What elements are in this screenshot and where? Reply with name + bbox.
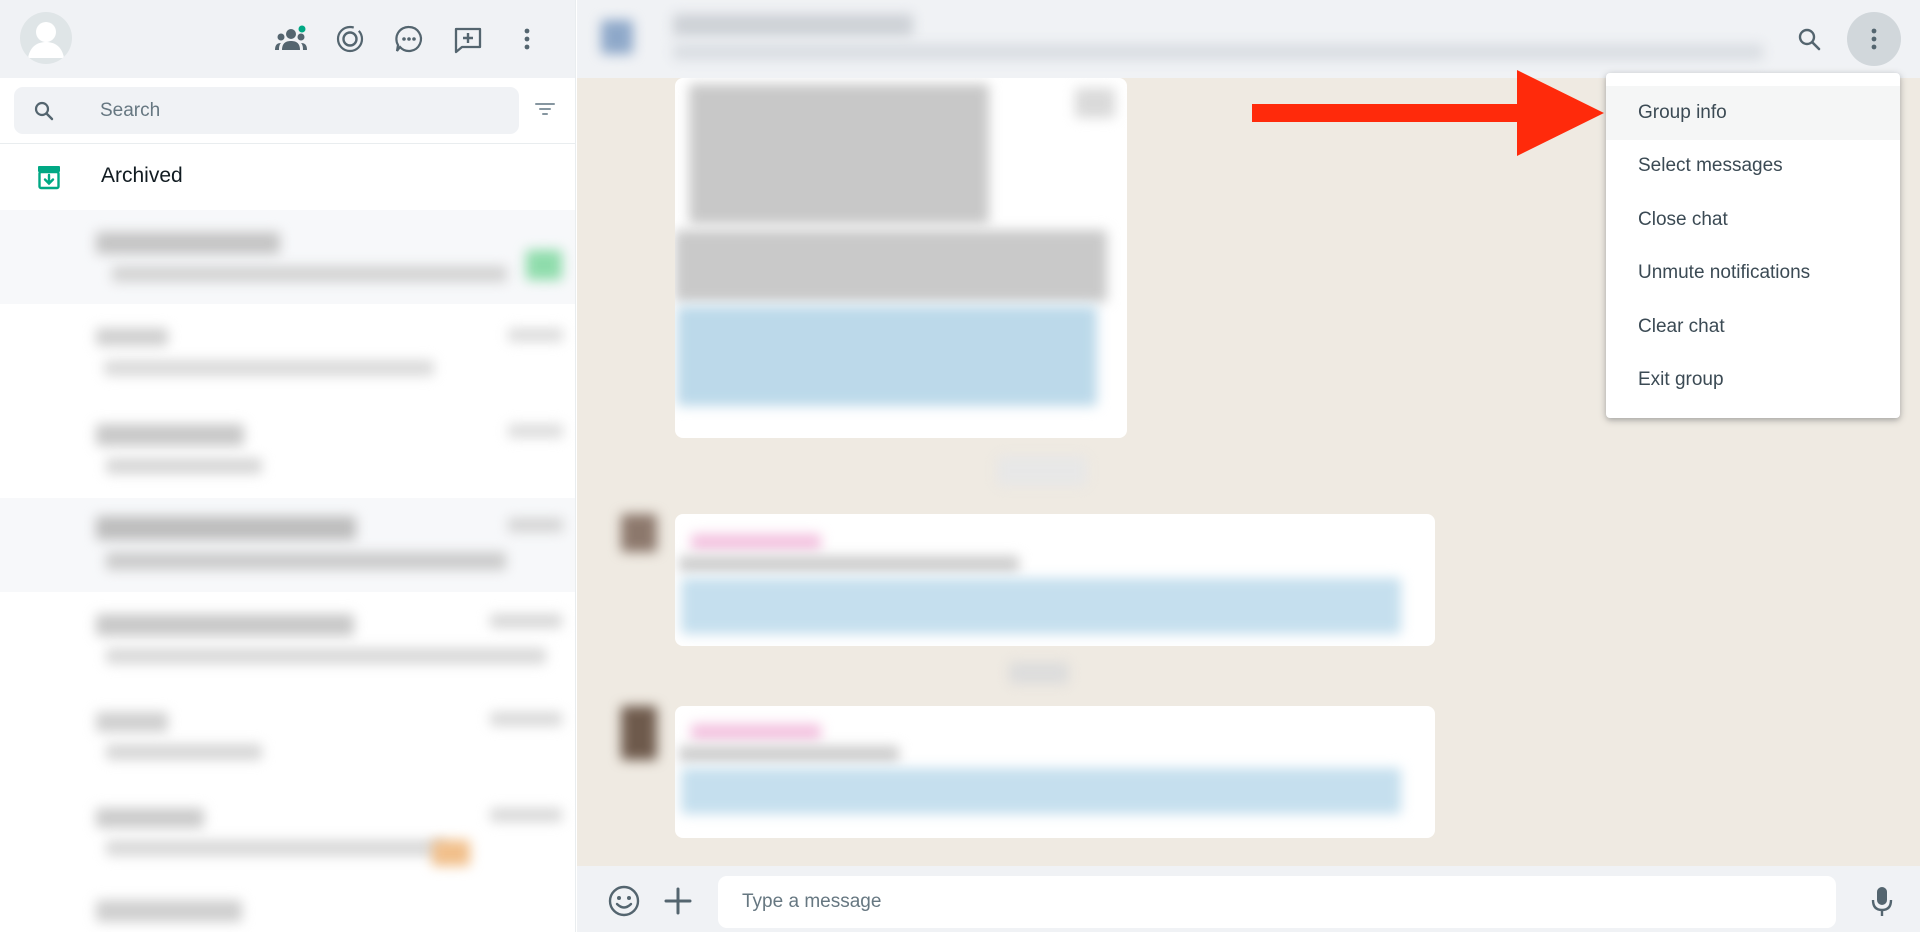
chat-list-item[interactable] [0,402,575,496]
group-participants [673,44,1763,60]
emoji-icon [608,885,640,917]
archive-icon [38,166,60,190]
attach-button[interactable] [663,886,693,916]
sidebar-header [0,0,575,78]
microphone-icon [1871,887,1893,916]
search-row [0,78,575,144]
message-composer [577,866,1920,932]
conversation-header[interactable] [577,0,1920,78]
filter-button[interactable] [534,100,560,122]
chat-list-item[interactable] [0,882,575,932]
status-icon [336,25,364,53]
menu-item-close-chat[interactable]: Close chat [1606,193,1900,247]
message-input[interactable] [718,876,1836,928]
filter-icon [535,103,555,115]
more-options-icon [524,28,530,50]
chat-menu-button[interactable] [1847,12,1901,66]
chat-list-item[interactable] [0,594,575,688]
default-avatar-icon [28,22,64,58]
search-input[interactable] [100,87,500,134]
chat-search-button[interactable] [1789,19,1829,59]
sender-avatar [621,514,657,552]
message-bubble[interactable] [675,78,1127,438]
group-avatar[interactable] [601,20,633,54]
search-box [14,87,519,134]
communities-button[interactable] [271,19,311,59]
communities-icon [275,25,307,50]
new-chat-icon [454,27,482,54]
menu-item-clear-chat[interactable]: Clear chat [1606,300,1900,354]
search-icon [1798,28,1821,51]
annotation-arrow-icon [1252,70,1604,156]
menu-item-unmute-notifications[interactable]: Unmute notifications [1606,247,1900,301]
message-bubble[interactable] [675,706,1435,838]
emoji-button[interactable] [607,884,641,918]
chat-list-panel: Archived [0,0,576,932]
attach-plus-icon [664,887,692,915]
search-icon [34,101,54,121]
sender-avatar [621,706,657,760]
archived-row[interactable]: Archived [0,144,575,208]
channels-button[interactable] [389,19,429,59]
menu-item-select-messages[interactable]: Select messages [1606,140,1900,194]
menu-item-group-info[interactable]: Group info [1606,86,1900,140]
profile-avatar[interactable] [20,12,72,64]
chat-list-item[interactable] [0,306,575,400]
status-button[interactable] [330,19,370,59]
chat-list-item[interactable] [0,690,575,784]
channels-icon [395,25,423,53]
message-bubble[interactable] [675,514,1435,646]
menu-item-exit-group[interactable]: Exit group [1606,354,1900,408]
group-name [673,14,913,36]
new-chat-button[interactable] [448,19,488,59]
voice-message-button[interactable] [1867,884,1897,918]
more-options-icon [1871,28,1877,50]
menu-button[interactable] [507,19,547,59]
date-divider [997,456,1087,486]
date-divider [1009,662,1069,684]
archived-label: Archived [101,164,183,187]
chat-options-menu: Group info Select messages Close chat Un… [1606,73,1900,418]
chat-list-item[interactable] [0,210,575,304]
chat-list-item[interactable] [0,498,575,592]
chat-list-item[interactable] [0,786,575,880]
